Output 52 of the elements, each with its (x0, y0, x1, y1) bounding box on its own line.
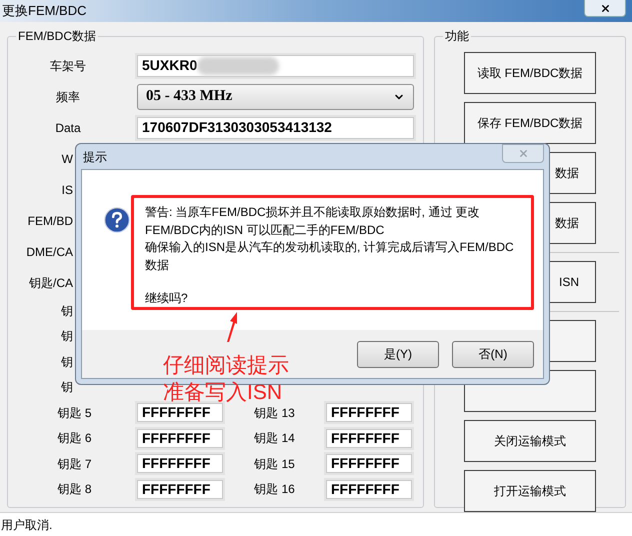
function-button[interactable]: 关闭运输模式 (464, 420, 596, 462)
text-field[interactable]: 170607DF3130303053413132 (137, 116, 414, 138)
close-icon (518, 148, 528, 159)
key-label: 钥 (61, 354, 73, 371)
field-label: 钥匙/CA (28, 274, 73, 292)
field-label: 车架号 (50, 58, 86, 74)
key-field[interactable]: FFFFFFFF (326, 454, 412, 474)
dialog-button[interactable]: 是(Y) (357, 340, 439, 368)
close-icon (600, 2, 610, 14)
frequency-dropdown[interactable]: 05 - 433 MHz (137, 84, 414, 110)
key-label: 钥匙 16 (254, 481, 295, 498)
key-field[interactable]: FFFFFFFF (326, 480, 412, 499)
key-label: 钥 (61, 328, 73, 346)
warning-text: 确保输入的ISN是从汽车的发动机读取的, 计算完成后请写入FEM/BDC (145, 239, 515, 256)
key-label: 钥匙 5 (57, 404, 92, 422)
field-label: W (62, 150, 73, 168)
key-label: 钥匙 15 (254, 456, 295, 473)
key-field[interactable]: FFFFFFFF (137, 454, 223, 474)
key-field[interactable]: FFFFFFFF (326, 428, 412, 448)
status-text: 用户取消. (1, 516, 52, 534)
group-title: FEM/BDC数据 (18, 29, 96, 43)
field-label: FEM/BD (28, 212, 73, 230)
annotation-text: 准备写入ISN (163, 380, 284, 406)
key-label: 钥匙 13 (254, 404, 295, 422)
dialog-button[interactable]: 否(N) (452, 340, 534, 368)
function-button[interactable]: 保存 FEM/BDC数据 (464, 102, 596, 144)
dialog-title: 提示 (82, 148, 107, 166)
key-field[interactable]: FFFFFFFF (137, 403, 223, 422)
warning-text: 警告: 当原车FEM/BDC损坏并且不能读取原始数据时, 通过 更改 (145, 204, 481, 221)
key-label: 钥匙 6 (57, 430, 92, 448)
question-text: 继续吗? (145, 290, 189, 307)
field-label: DME/CA (26, 244, 73, 260)
warning-text: 数据 (145, 256, 170, 274)
key-label: 钥匙 8 (57, 481, 92, 498)
key-label: 钥 (61, 302, 73, 320)
annotation-text: 仔细阅读提示 (163, 353, 289, 379)
key-field[interactable]: FFFFFFFF (137, 480, 223, 499)
function-button[interactable]: 打开运输模式 (464, 470, 596, 512)
close-button[interactable] (584, 0, 626, 17)
key-field[interactable]: FFFFFFFF (137, 428, 223, 448)
warning-text: FEM/BDC内的ISN 可以匹配二手的FEM/BDC (145, 222, 386, 238)
question-icon (104, 207, 130, 233)
key-label: 钥 (61, 379, 73, 396)
field-label: Data (55, 120, 81, 136)
group-title: 功能 (445, 29, 469, 43)
field-label: IS (62, 182, 73, 198)
field-label: 频率 (56, 88, 80, 106)
function-button[interactable]: 读取 FEM/BDC数据 (464, 52, 596, 94)
key-field[interactable]: FFFFFFFF (326, 403, 412, 422)
key-label: 钥匙 14 (254, 430, 295, 448)
window-title: 更换FEM/BDC (2, 2, 86, 20)
key-label: 钥匙 7 (57, 456, 92, 473)
